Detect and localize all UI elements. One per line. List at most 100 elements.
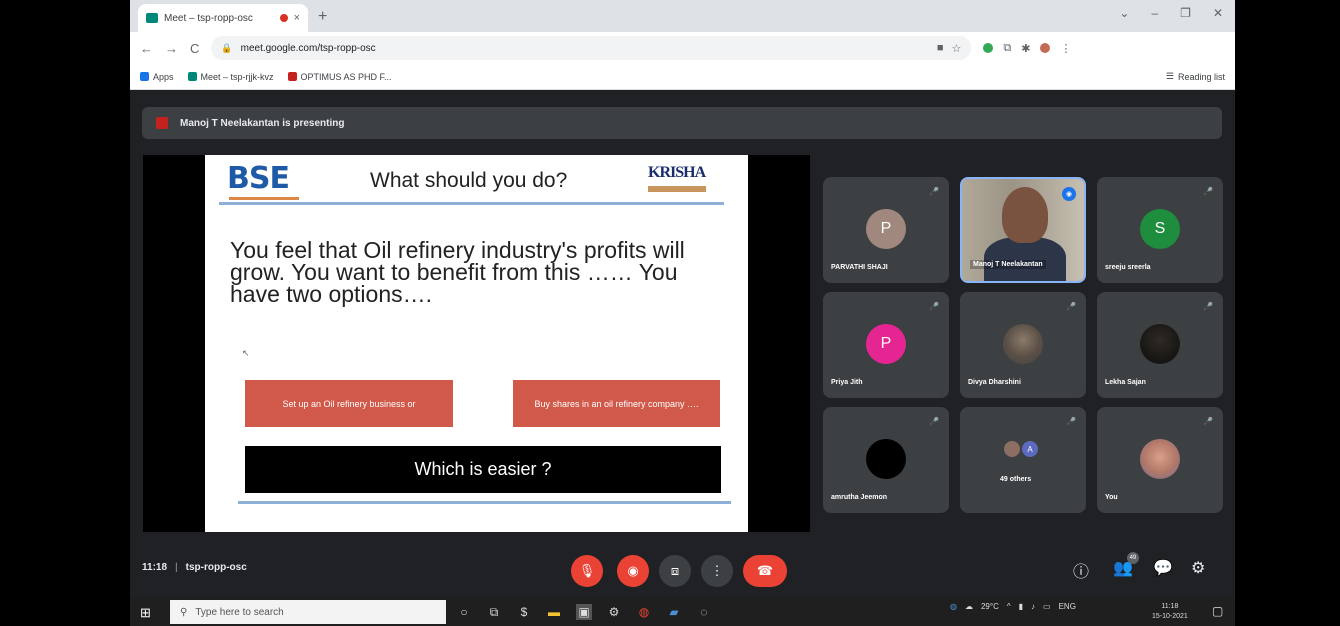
slide-title-rule (219, 202, 724, 205)
avatar-photo (1003, 324, 1043, 364)
slide-body-text: You feel that Oil refinery industry's pr… (230, 237, 685, 307)
cortana-icon[interactable]: ○ (456, 604, 472, 620)
meeting-info-icon[interactable]: ⓘ (1073, 558, 1089, 582)
participant-tile[interactable]: 🎤 Divya Dharshini (960, 292, 1086, 398)
activities-icon[interactable]: ⚙ (1191, 558, 1205, 578)
participant-name: PARVATHI SHAJI (831, 264, 888, 271)
address-bar[interactable]: 🔒 meet.google.com/tsp-ropp-osc ■ ☆ (211, 36, 972, 60)
mic-off-button[interactable]: 🎙 (571, 555, 603, 587)
slide-question: Which is easier ? (245, 446, 721, 493)
reading-list-icon: ☰ (1165, 71, 1174, 81)
close-window-button[interactable]: ✕ (1213, 6, 1223, 20)
participant-tile-self[interactable]: 🎤 You (1097, 407, 1223, 513)
bookmark-label: Meet – tsp-rjjk-kvz (200, 71, 274, 82)
bookmark-meet[interactable]: Meet – tsp-rjjk-kvz (187, 71, 274, 82)
meet-control-bar: 11:18 | tsp-ropp-osc 🎙 ◉ ⧈ ⋮ ☎ ⓘ 👥 49 💬 ⚙ (130, 548, 1235, 594)
participant-tile[interactable]: 🎤 S sreeju sreerla (1097, 177, 1223, 283)
app-icon[interactable]: $ (516, 604, 532, 620)
app-icon[interactable]: ◌ (696, 604, 712, 620)
leave-call-button[interactable]: ☎ (743, 555, 787, 587)
volume-icon[interactable]: ♪ (1031, 602, 1035, 611)
taskbar-search[interactable]: ⚲ Type here to search (170, 600, 446, 624)
browser-toolbar: ← → C 🔒 meet.google.com/tsp-ropp-osc ■ ☆… (130, 32, 1235, 64)
bse-logo-text: BSE (227, 161, 290, 196)
more-options-button[interactable]: ⋮ (701, 555, 733, 587)
weather-icon: ☁ (964, 602, 973, 611)
app-tray-icon[interactable]: ◍ (950, 602, 957, 611)
muted-icon: 🎤 (929, 302, 939, 311)
new-tab-button[interactable]: + (318, 8, 327, 26)
chevron-up-icon[interactable]: ^ (1007, 602, 1011, 611)
avatar (866, 439, 906, 479)
mini-avatar (1004, 441, 1020, 457)
participant-tile[interactable]: 🎤 Lekha Sajan (1097, 292, 1223, 398)
participant-tile[interactable]: 🎤 P Priya Jith (823, 292, 949, 398)
notifications-icon[interactable]: ▢ (1212, 604, 1223, 618)
muted-icon: 🎤 (929, 417, 939, 426)
participant-name: sreeju sreerla (1105, 264, 1151, 271)
taskbar-clock[interactable]: 11:18 15-10-2021 (1152, 602, 1188, 622)
camera-icon[interactable]: ■ (937, 42, 944, 54)
language-indicator[interactable]: ENG (1059, 602, 1076, 611)
avatar: P (866, 209, 906, 249)
others-tile[interactable]: 🎤 A 49 others (960, 407, 1086, 513)
reload-button[interactable]: C (190, 41, 199, 56)
participant-name: Lekha Sajan (1105, 379, 1146, 386)
chat-icon[interactable]: 💬 (1153, 558, 1173, 578)
reading-list-button[interactable]: ☰ Reading list (1166, 71, 1225, 82)
chrome-icon[interactable]: ◍ (636, 604, 652, 620)
extensions-icon[interactable]: ✱ (1021, 42, 1030, 55)
task-view-icon[interactable]: ⧉ (486, 604, 502, 620)
lock-icon: 🔒 (221, 42, 233, 53)
screen: Meet – tsp-ropp-osc × + ⌄ – ❐ ✕ ← → C 🔒 … (130, 0, 1235, 626)
participant-name: Manoj T Neelakantan (970, 260, 1046, 269)
avatar-photo (1140, 439, 1180, 479)
bookmark-optimus[interactable]: OPTIMUS AS PHD F... (287, 72, 392, 82)
bookmarks-bar: Apps Meet – tsp-rjjk-kvz OPTIMUS AS PHD … (130, 64, 1235, 90)
bookmark-label: Apps (153, 71, 174, 82)
browser-tab[interactable]: Meet – tsp-ropp-osc × (138, 4, 308, 32)
settings-icon[interactable]: ⚙ (606, 604, 622, 620)
people-button[interactable]: 👥 49 (1113, 552, 1139, 578)
muted-icon: 🎤 (1066, 302, 1076, 311)
participant-tile[interactable]: 🎤 P PARVATHI SHAJI (823, 177, 949, 283)
presenter-icon (156, 117, 168, 129)
profile-avatar[interactable] (1040, 43, 1051, 53)
muted-icon: 🎤 (1203, 417, 1213, 426)
minimize-button[interactable]: – (1151, 6, 1158, 20)
muted-icon: 🎤 (1203, 187, 1213, 196)
extension-puzzle-icon[interactable]: ⧉ (1003, 42, 1011, 55)
search-placeholder: Type here to search (195, 606, 284, 618)
menu-icon[interactable]: ⋮ (1060, 42, 1071, 55)
clock-time: 11:18 (1161, 603, 1179, 610)
meeting-code: tsp-ropp-osc (185, 562, 247, 573)
maximize-button[interactable]: ❐ (1180, 6, 1191, 20)
meet-favicon-icon (146, 13, 158, 23)
app-icon[interactable]: ▣ (576, 604, 592, 620)
forward-button[interactable]: → (165, 41, 178, 56)
meeting-details: 11:18 | tsp-ropp-osc (142, 562, 247, 573)
browser-tabstrip: Meet – tsp-ropp-osc × + ⌄ – ❐ ✕ (130, 0, 1235, 32)
windows-start-icon[interactable]: ⊞ (140, 605, 151, 621)
camera-off-button[interactable]: ◉ (617, 555, 649, 587)
battery-icon[interactable]: ▭ (1043, 602, 1051, 611)
others-count: 49 others (1000, 476, 1032, 483)
present-button[interactable]: ⧈ (659, 555, 691, 587)
apps-grid-icon (140, 72, 149, 81)
slide-option-2: Buy shares in an oil refinery company …. (513, 380, 720, 427)
tab-close-icon[interactable]: × (294, 12, 300, 24)
speaking-indicator-icon: ◉ (1062, 187, 1076, 201)
back-button[interactable]: ← (140, 41, 153, 56)
meet-icon (187, 72, 197, 81)
participant-tile-active-speaker[interactable]: ◉ Manoj T Neelakantan (960, 177, 1086, 283)
file-explorer-icon[interactable]: ▬ (546, 604, 562, 620)
photoshop-icon[interactable]: ▰ (666, 604, 682, 620)
extension-icon[interactable] (983, 43, 994, 53)
bookmark-apps[interactable]: Apps (140, 72, 174, 82)
muted-icon: 🎤 (1203, 302, 1213, 311)
participant-tile[interactable]: 🎤 amrutha Jeemon (823, 407, 949, 513)
tab-search-icon[interactable]: ⌄ (1119, 6, 1129, 20)
bookmark-star-icon[interactable]: ☆ (952, 42, 962, 55)
network-icon[interactable]: ▮ (1019, 602, 1023, 611)
tab-title: Meet – tsp-ropp-osc (164, 12, 253, 24)
